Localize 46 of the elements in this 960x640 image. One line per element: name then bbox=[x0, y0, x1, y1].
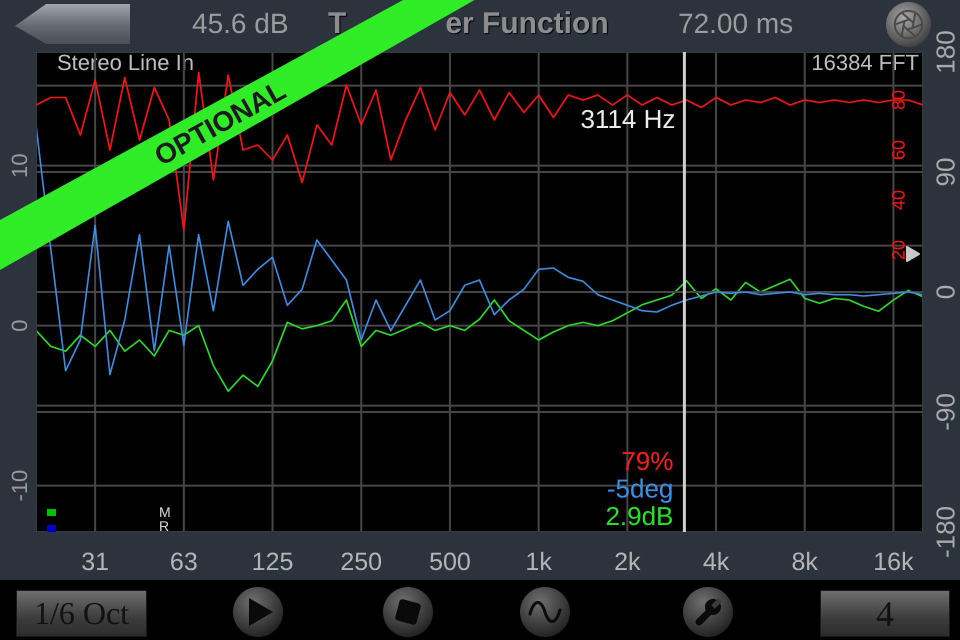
frequency-axis-label: 500 bbox=[429, 548, 471, 576]
sine-wave-icon bbox=[520, 587, 570, 637]
frequency-axis-label: 63 bbox=[170, 548, 198, 576]
level-reading: 45.6 dB bbox=[192, 8, 290, 40]
cursor-line[interactable] bbox=[682, 52, 686, 532]
cursor-readout: 79% bbox=[621, 446, 674, 476]
stop-button[interactable] bbox=[383, 587, 433, 637]
screen-title: T bbox=[328, 7, 346, 41]
legend-label: R bbox=[159, 518, 170, 534]
coherence-axis-label: 60 bbox=[888, 140, 908, 160]
resolution-button[interactable]: 1/6 Oct bbox=[16, 590, 147, 637]
phase-axis-label: 0 bbox=[930, 284, 960, 300]
frequency-axis-label: 125 bbox=[252, 548, 294, 576]
play-icon bbox=[233, 587, 283, 637]
magnitude-axis-label: 10 bbox=[7, 153, 32, 178]
time-reading: 72.00 ms bbox=[678, 8, 794, 40]
magnitude-axis-label: 0 bbox=[7, 319, 32, 332]
phase-axis-label: 90 bbox=[930, 158, 960, 186]
frequency-axis-label: 8k bbox=[792, 548, 818, 576]
wrench-icon bbox=[683, 587, 733, 637]
magnitude-axis-label: -10 bbox=[7, 470, 32, 502]
frequency-axis-label: 250 bbox=[340, 548, 382, 576]
stop-icon bbox=[383, 587, 433, 637]
frequency-axis-label: 16k bbox=[873, 548, 914, 576]
play-button[interactable] bbox=[233, 587, 283, 637]
fft-size-label: 16384 FFT bbox=[811, 50, 919, 75]
pointer-marker-icon bbox=[906, 246, 920, 262]
cursor-readout: -5deg bbox=[606, 474, 674, 504]
frequency-axis-label: 1k bbox=[525, 548, 552, 576]
signal-button[interactable] bbox=[520, 587, 570, 637]
coherence-axis-label: 80 bbox=[888, 90, 908, 110]
frequency-axis-label: 2k bbox=[614, 548, 641, 576]
legend-label: M bbox=[159, 504, 171, 520]
back-button[interactable] bbox=[15, 4, 130, 44]
phase-axis-label: -180 bbox=[930, 506, 960, 558]
cursor-frequency-label: 3114 Hz bbox=[580, 104, 676, 134]
coherence-axis-label: 20 bbox=[888, 240, 908, 260]
count-button[interactable]: 4 bbox=[820, 590, 950, 637]
frequency-axis-label: 31 bbox=[81, 548, 110, 576]
settings-button[interactable] bbox=[683, 587, 733, 637]
phase-axis-label: -90 bbox=[930, 393, 960, 431]
coherence-axis-label: 40 bbox=[888, 190, 908, 210]
aperture-icon bbox=[885, 0, 932, 48]
frequency-axis-label: 4k bbox=[702, 548, 730, 576]
phase-axis-label: 180 bbox=[930, 30, 960, 74]
shutter-button[interactable] bbox=[885, 0, 932, 48]
